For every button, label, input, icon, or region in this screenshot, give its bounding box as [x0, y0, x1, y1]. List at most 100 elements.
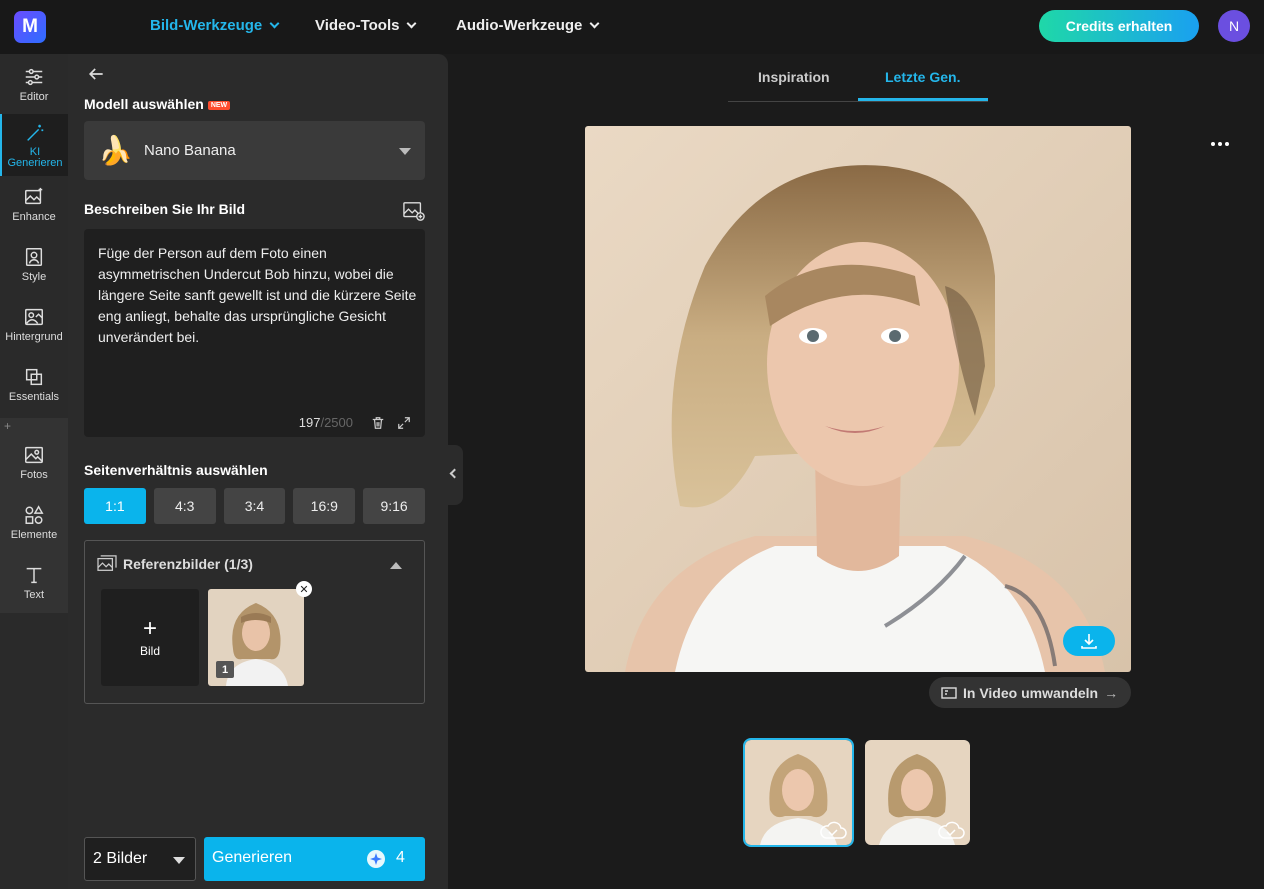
add-reference-image-button[interactable]: + Bild: [101, 589, 199, 686]
rail-label: Essentials: [8, 390, 60, 403]
char-count: 197: [298, 415, 321, 430]
images-icon: [97, 555, 117, 571]
rail-item-style[interactable]: Style: [0, 235, 68, 293]
rail-item-enhance[interactable]: Enhance: [0, 175, 68, 233]
download-icon: [1081, 634, 1097, 649]
overlap-squares-icon: [25, 368, 43, 385]
download-button[interactable]: [1063, 626, 1115, 656]
chevron-down-icon: [407, 18, 417, 29]
ratio-9-16-button[interactable]: 9:16: [363, 488, 425, 524]
rail-item-ki-generieren[interactable]: KI Generieren: [0, 114, 68, 176]
model-label: Modell auswählen: [84, 96, 204, 112]
nav-label: Bild-Werkzeuge: [150, 17, 263, 34]
style-portrait-icon: [25, 247, 43, 266]
char-counter: 197/2500: [299, 415, 353, 430]
magic-wand-icon: [27, 124, 44, 141]
dropdown-arrow-icon: [399, 148, 411, 155]
banana-icon: 🍌: [98, 135, 133, 166]
active-tab-indicator: [858, 98, 988, 101]
reference-header[interactable]: Referenzbilder (1/3): [97, 555, 253, 573]
rail-item-text[interactable]: Text: [0, 553, 68, 611]
credit-coin-icon: [367, 850, 385, 868]
video-icon: [941, 686, 957, 699]
image-upload-icon[interactable]: [402, 200, 426, 222]
nav-bild-werkzeuge[interactable]: Bild-Werkzeuge: [150, 17, 280, 34]
cloud-saved-icon: [938, 821, 965, 839]
arrow-right-icon: →: [1104, 684, 1119, 701]
text-icon: [26, 567, 42, 583]
aspect-ratio-group: 1:1 4:3 3:4 16:9 9:16: [84, 488, 425, 524]
rail-item-fotos[interactable]: Fotos: [0, 433, 68, 491]
rail-label: Fotos: [20, 468, 48, 481]
result-thumbnail-1[interactable]: [743, 738, 854, 847]
nav-label: Audio-Werkzeuge: [456, 17, 583, 34]
rail-add-icon[interactable]: +: [4, 419, 11, 433]
nav-video-tools[interactable]: Video-Tools: [315, 17, 417, 34]
model-section-label: Modell auswählen NEW: [84, 96, 231, 112]
top-bar: M Bild-Werkzeuge Video-Tools Audio-Werkz…: [0, 0, 1264, 54]
new-badge: NEW: [207, 100, 231, 110]
plus-icon: +: [142, 614, 157, 642]
tool-rail: + Editor KI Generieren Enhance Style Hin…: [0, 54, 68, 889]
credits-button[interactable]: Credits erhalten: [1039, 10, 1199, 42]
photo-icon: [25, 446, 43, 463]
describe-label: Beschreiben Sie Ihr Bild: [84, 201, 246, 217]
app-logo[interactable]: M: [14, 11, 46, 43]
rail-item-elemente[interactable]: Elemente: [0, 493, 68, 551]
prompt-textarea[interactable]: Füge der Person auf dem Foto einen asymm…: [84, 229, 425, 437]
shapes-icon: [25, 504, 44, 524]
generate-cost: 4: [396, 849, 405, 866]
background-image-icon: [25, 308, 43, 325]
add-image-label: Bild: [139, 643, 160, 658]
user-avatar[interactable]: N: [1218, 10, 1250, 42]
reference-number: 1: [216, 661, 234, 678]
generate-button[interactable]: Generieren 4: [204, 837, 425, 881]
model-name: Nano Banana: [144, 142, 236, 159]
trash-icon[interactable]: [371, 416, 385, 430]
enhance-image-icon: [25, 187, 43, 204]
dropdown-arrow-icon: [173, 857, 185, 864]
portrait-image: [585, 126, 1131, 672]
cloud-saved-icon: [820, 821, 847, 839]
convert-video-label: In Video umwandeln: [963, 684, 1099, 701]
ratio-3-4-button[interactable]: 3:4: [223, 488, 286, 524]
ratio-label: Seitenverhältnis auswählen: [84, 462, 268, 478]
convert-to-video-button[interactable]: In Video umwandeln →: [929, 677, 1131, 708]
rail-item-essentials[interactable]: Essentials: [0, 355, 68, 413]
image-count-select[interactable]: 2 Bilder: [84, 837, 196, 881]
generated-image[interactable]: [585, 126, 1131, 672]
rail-label: Editor: [19, 90, 49, 103]
more-options-icon[interactable]: [1211, 142, 1231, 150]
nav-label: Video-Tools: [315, 17, 400, 34]
rail-item-hintergrund[interactable]: Hintergrund: [0, 295, 68, 353]
back-arrow-icon[interactable]: [86, 64, 106, 84]
image-count-value: 2 Bilder: [93, 850, 148, 867]
ratio-4-3-button[interactable]: 4:3: [153, 488, 216, 524]
rail-label: KI Generieren: [7, 145, 63, 169]
rail-label: Style: [21, 270, 47, 283]
generate-label: Generieren: [212, 849, 293, 866]
chevron-left-icon: [449, 468, 460, 479]
expand-icon[interactable]: [397, 416, 411, 430]
chevron-down-icon: [589, 18, 600, 29]
ratio-1-1-button[interactable]: 1:1: [84, 488, 146, 524]
collapse-panel-toggle[interactable]: [447, 445, 463, 505]
result-thumbnail-2[interactable]: [865, 740, 970, 845]
rail-label: Elemente: [10, 528, 58, 541]
reference-thumbnail[interactable]: 1: [208, 589, 304, 686]
ratio-16-9-button[interactable]: 16:9: [293, 488, 356, 524]
rail-label: Enhance: [12, 210, 56, 223]
model-select[interactable]: 🍌 Nano Banana: [84, 121, 425, 180]
prompt-text[interactable]: Füge der Person auf dem Foto einen asymm…: [98, 243, 420, 348]
remove-reference-icon[interactable]: ✕: [296, 581, 312, 597]
char-max: /2500: [320, 415, 353, 430]
result-tabs: Inspiration Letzte Gen.: [728, 62, 988, 102]
reference-images-section: Referenzbilder (1/3) + Bild 1 ✕: [84, 540, 425, 704]
rail-item-editor[interactable]: Editor: [0, 55, 68, 113]
sliders-icon: [25, 68, 43, 85]
nav-audio-werkzeuge[interactable]: Audio-Werkzeuge: [456, 17, 600, 34]
generate-settings-panel: Modell auswählen NEW 🍌 Nano Banana Beschr…: [68, 54, 448, 889]
tab-letzte-gen[interactable]: Letzte Gen.: [885, 69, 960, 85]
collapse-arrow-icon[interactable]: [390, 562, 402, 569]
tab-inspiration[interactable]: Inspiration: [758, 69, 830, 85]
